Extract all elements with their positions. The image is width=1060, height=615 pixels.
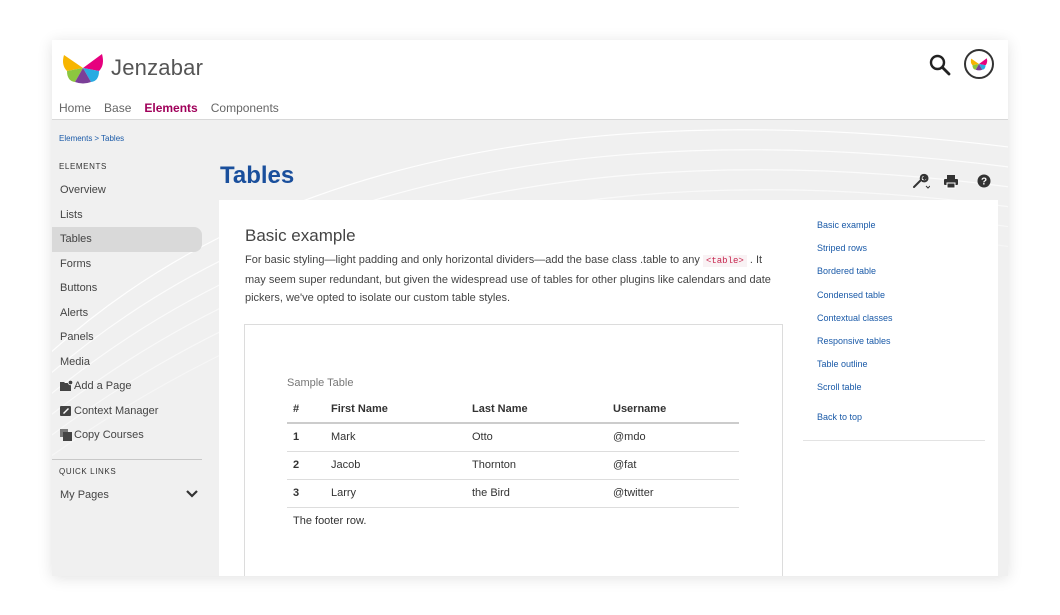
sidebar-item-label: Tables bbox=[60, 233, 92, 246]
sidebar-item-label: Add a Page bbox=[74, 380, 132, 393]
help-icon[interactable]: ? bbox=[976, 173, 992, 189]
example-box: Sample Table # First Name Last Name User… bbox=[244, 324, 783, 576]
table-footer: The footer row. bbox=[293, 515, 367, 528]
toc-link-striped-rows[interactable]: Striped rows bbox=[817, 243, 987, 266]
print-icon[interactable] bbox=[943, 173, 959, 189]
breadcrumb-parent[interactable]: Elements bbox=[59, 134, 92, 143]
page-body: Elements > Tables ELEMENTS Overview Lists … bbox=[52, 120, 1008, 576]
butterfly-logo-icon bbox=[63, 54, 103, 84]
folder-add-icon bbox=[60, 380, 74, 392]
table-cell: Otto bbox=[466, 423, 607, 452]
toc-link-contextual-classes[interactable]: Contextual classes bbox=[817, 313, 987, 336]
sidebar-item-label: Panels bbox=[60, 331, 94, 344]
sidebar: Overview Lists Tables Forms Buttons Aler… bbox=[52, 178, 202, 448]
table-cell: 2 bbox=[287, 451, 325, 480]
toc-link-basic-example[interactable]: Basic example bbox=[817, 220, 987, 243]
copy-icon bbox=[60, 429, 73, 442]
sidebar-item-label: Alerts bbox=[60, 306, 89, 319]
quick-links-heading: QUICK LINKS bbox=[59, 467, 117, 476]
sidebar-item-alerts[interactable]: Alerts bbox=[52, 301, 202, 326]
desc-code: <table> bbox=[702, 255, 747, 267]
avatar-butterfly-icon bbox=[970, 58, 988, 71]
nav-components[interactable]: Components bbox=[211, 101, 279, 115]
user-avatar[interactable] bbox=[964, 49, 994, 79]
table-cell: Jacob bbox=[325, 451, 466, 480]
nav-home[interactable]: Home bbox=[59, 101, 91, 115]
table-caption: Sample Table bbox=[287, 377, 354, 389]
table-footer-row: The footer row. bbox=[287, 507, 739, 535]
nav-elements[interactable]: Elements bbox=[144, 101, 197, 115]
sidebar-item-label: Lists bbox=[60, 208, 83, 221]
sidebar-item-copy-courses[interactable]: Copy Courses bbox=[52, 423, 202, 448]
table-cell: the Bird bbox=[466, 479, 607, 508]
sidebar-item-forms[interactable]: Forms bbox=[52, 252, 202, 277]
table-cell: Mark bbox=[325, 423, 466, 452]
section-description: For basic styling—light padding and only… bbox=[245, 251, 785, 308]
content-card: Basic example For basic styling—light pa… bbox=[219, 200, 998, 576]
app-frame: Jenzabar Home Base Elements Components E… bbox=[52, 40, 1008, 576]
table-cell: 3 bbox=[287, 479, 325, 508]
table-cell: Larry bbox=[325, 479, 466, 508]
sidebar-divider bbox=[52, 459, 202, 460]
toc-link-condensed-table[interactable]: Condensed table bbox=[817, 290, 987, 313]
breadcrumb-separator: > bbox=[94, 134, 100, 143]
brand-name: Jenzabar bbox=[111, 55, 204, 80]
wrench-icon[interactable] bbox=[912, 173, 931, 189]
sidebar-item-label: Buttons bbox=[60, 282, 98, 295]
table-cell: @mdo bbox=[607, 423, 739, 452]
nav-base[interactable]: Base bbox=[104, 101, 131, 115]
toc-link-responsive-tables[interactable]: Responsive tables bbox=[817, 336, 987, 359]
sidebar-item-label: Media bbox=[60, 355, 90, 368]
sidebar-item-add-a-page[interactable]: Add a Page bbox=[52, 374, 202, 399]
page-title: Tables bbox=[220, 162, 295, 189]
sidebar-item-label: Overview bbox=[60, 184, 106, 197]
table-row: 1 Mark Otto @mdo bbox=[287, 423, 739, 452]
sidebar-item-context-manager[interactable]: Context Manager bbox=[52, 399, 202, 424]
svg-text:?: ? bbox=[981, 177, 987, 188]
toc-link-bordered-table[interactable]: Bordered table bbox=[817, 266, 987, 289]
toc-link-table-outline[interactable]: Table outline bbox=[817, 359, 987, 382]
sidebar-item-label: Copy Courses bbox=[74, 429, 144, 442]
sidebar-item-media[interactable]: Media bbox=[52, 350, 202, 375]
logo[interactable]: Jenzabar bbox=[61, 51, 203, 85]
back-to-top-link[interactable]: Back to top bbox=[817, 412, 987, 435]
table-header-row: # First Name Last Name Username bbox=[287, 396, 739, 424]
desc-text: For basic styling—light padding and only… bbox=[245, 254, 703, 266]
search-icon[interactable] bbox=[928, 53, 952, 77]
sidebar-item-lists[interactable]: Lists bbox=[52, 203, 202, 228]
breadcrumb: Elements > Tables bbox=[59, 134, 124, 143]
top-nav: Home Base Elements Components bbox=[59, 101, 292, 115]
table-cell: @fat bbox=[607, 451, 739, 480]
sidebar-item-panels[interactable]: Panels bbox=[52, 325, 202, 350]
breadcrumb-current[interactable]: Tables bbox=[101, 134, 124, 143]
sidebar-heading: ELEMENTS bbox=[59, 162, 107, 171]
chevron-down-icon bbox=[186, 489, 198, 501]
edit-icon bbox=[60, 405, 73, 417]
table-cell: Thornton bbox=[466, 451, 607, 480]
sidebar-item-tables[interactable]: Tables bbox=[52, 227, 202, 252]
my-pages-label: My Pages bbox=[60, 489, 109, 501]
column-header: Username bbox=[607, 396, 739, 424]
my-pages-toggle[interactable]: My Pages bbox=[60, 489, 198, 501]
header: Jenzabar Home Base Elements Components bbox=[52, 40, 1008, 120]
table-cell: 1 bbox=[287, 423, 325, 452]
section-title: Basic example bbox=[245, 226, 356, 245]
table-cell: @twitter bbox=[607, 479, 739, 508]
sidebar-item-label: Forms bbox=[60, 257, 92, 270]
sidebar-item-buttons[interactable]: Buttons bbox=[52, 276, 202, 301]
column-header: First Name bbox=[325, 396, 466, 424]
table-row: 2 Jacob Thornton @fat bbox=[287, 451, 739, 480]
sidebar-item-overview[interactable]: Overview bbox=[52, 178, 202, 203]
table-of-contents: Basic example Striped rows Bordered tabl… bbox=[817, 220, 987, 435]
sample-table: # First Name Last Name Username 1 Mark O… bbox=[287, 396, 739, 535]
toc-divider bbox=[803, 440, 985, 441]
toc-link-scroll-table[interactable]: Scroll table bbox=[817, 382, 987, 405]
sidebar-item-label: Context Manager bbox=[74, 404, 159, 417]
column-header: Last Name bbox=[466, 396, 607, 424]
table-row: 3 Larry the Bird @twitter bbox=[287, 479, 739, 508]
column-header: # bbox=[287, 396, 325, 424]
